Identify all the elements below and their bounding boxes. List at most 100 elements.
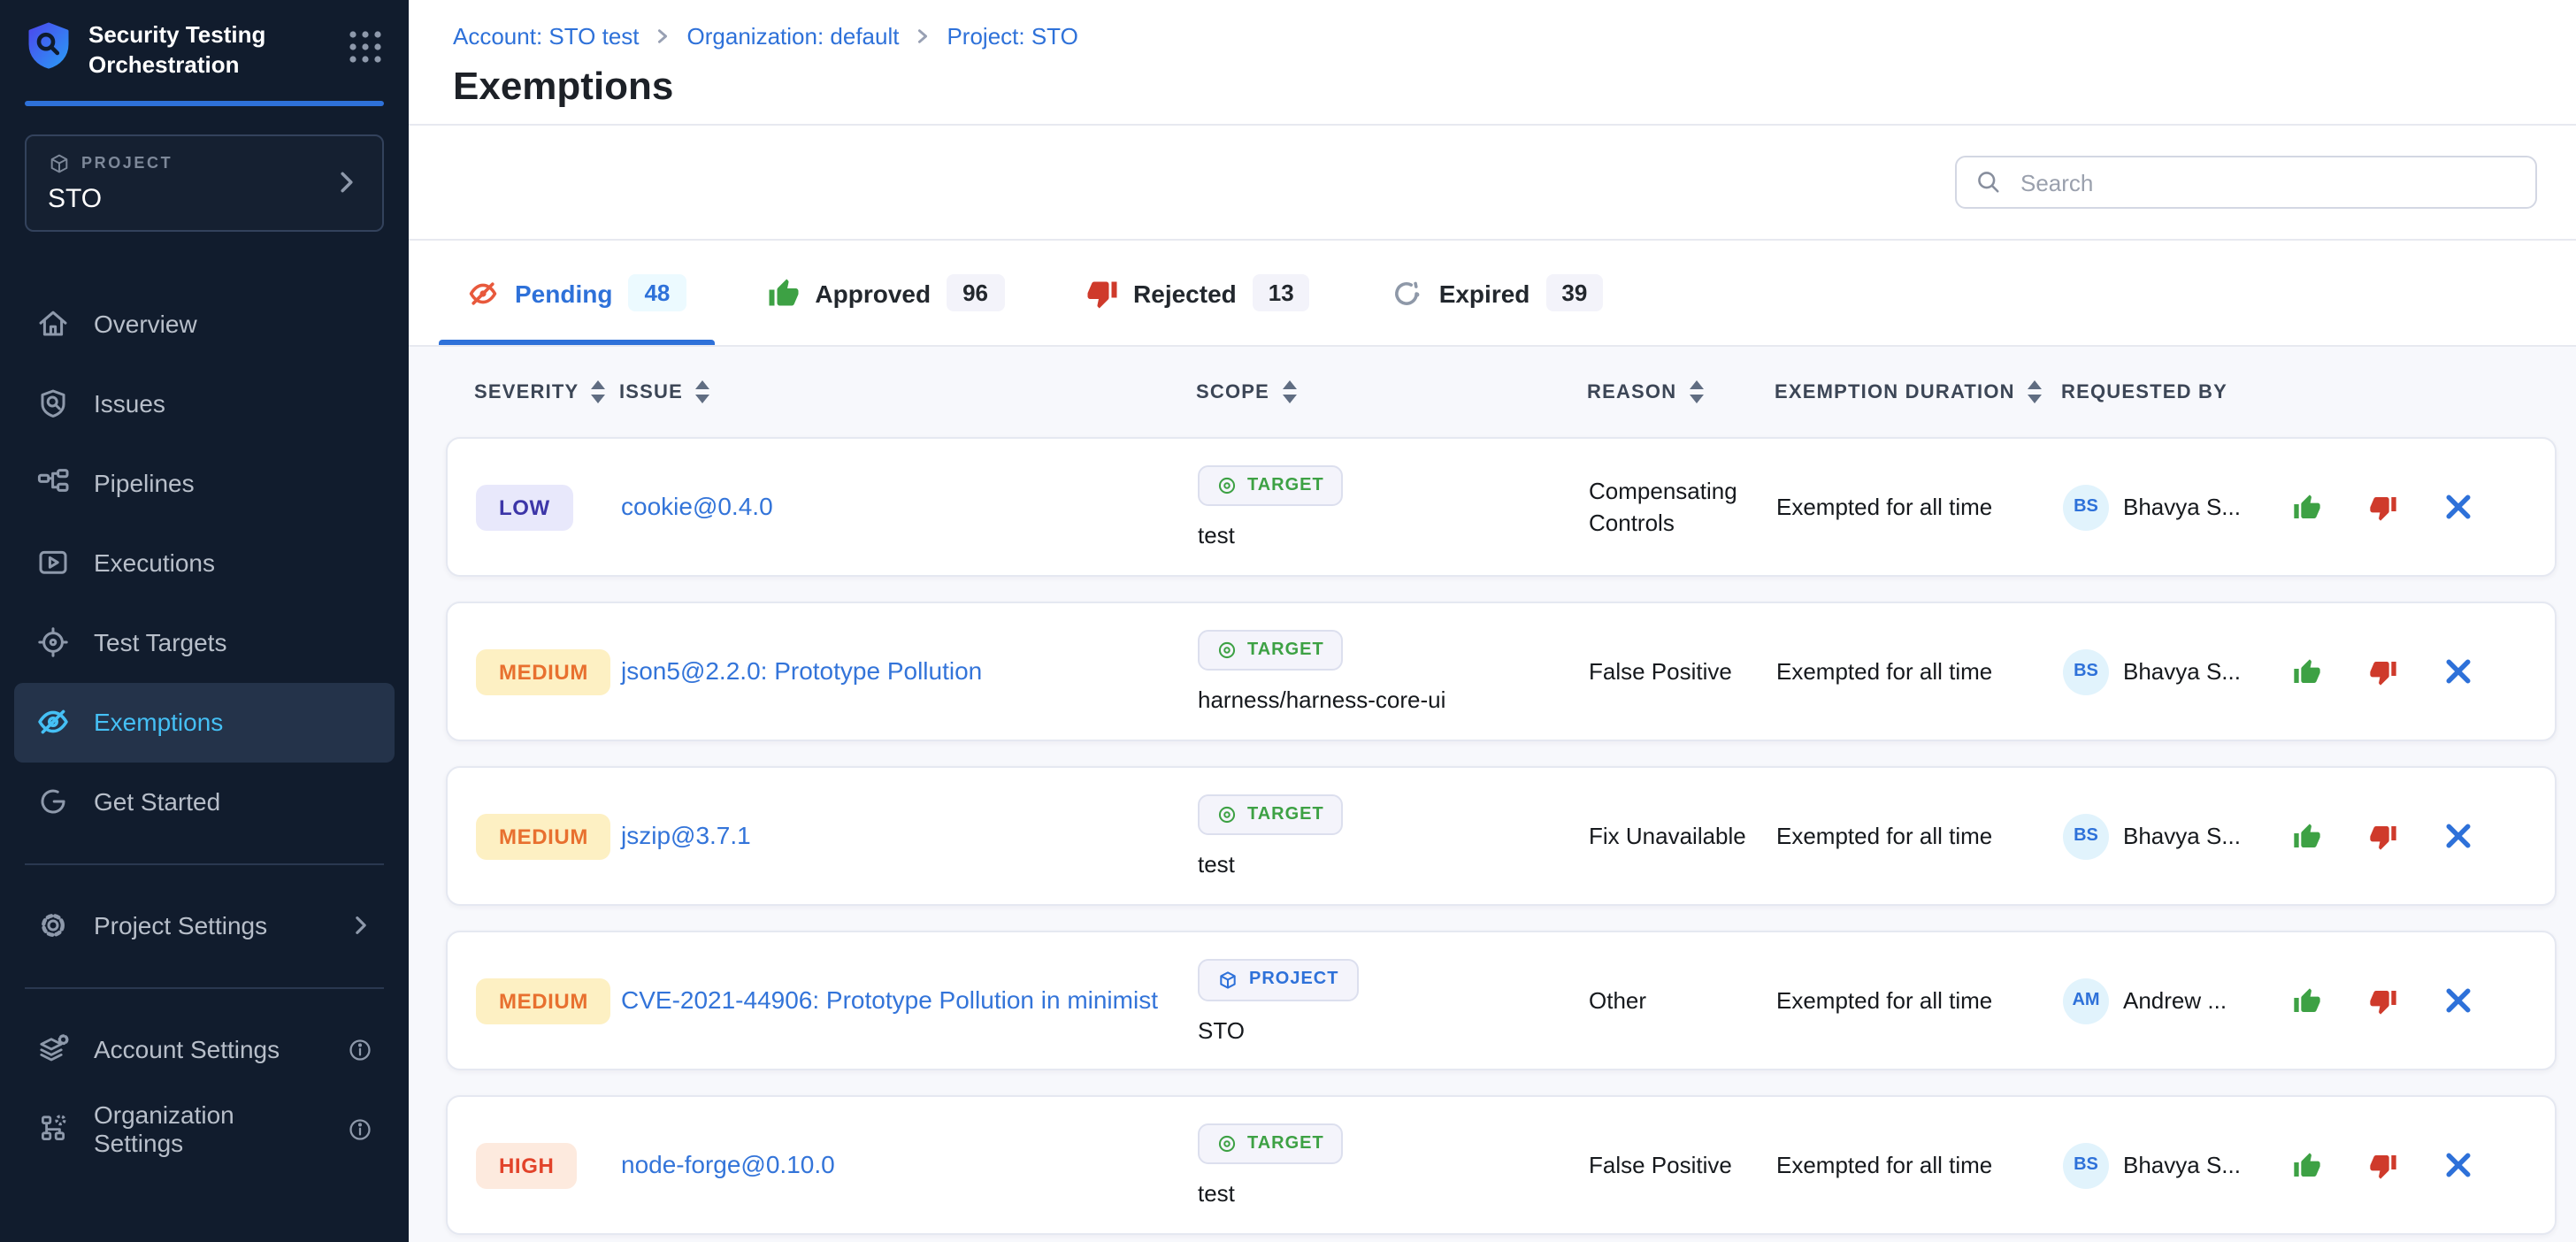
search-input[interactable]	[2017, 167, 2518, 197]
tab-expired[interactable]: Expired 39	[1363, 241, 1632, 345]
avatar: BS	[2063, 813, 2109, 859]
breadcrumb-project-link[interactable]: Project: STO	[947, 23, 1077, 50]
scope-value: harness/harness-core-ui	[1198, 686, 1445, 713]
chevron-right-icon	[333, 169, 361, 197]
issue-link[interactable]: node-forge@0.10.0	[621, 1146, 1198, 1184]
sort-icon	[2028, 380, 2042, 403]
scope-value: test	[1198, 522, 1235, 548]
tab-count-badge: 13	[1253, 274, 1310, 311]
scope-cell: TARGET test	[1198, 1123, 1589, 1207]
approve-button[interactable]	[2293, 986, 2321, 1015]
sidebar-item-test-targets[interactable]: Test Targets	[14, 603, 395, 683]
sidebar-item-exemptions[interactable]: Exemptions	[14, 683, 395, 763]
exemptions-table: SEVERITY ISSUE SCOPE REASON EXEMPTION DU…	[409, 347, 2576, 1242]
sidebar-item-label: Exemptions	[94, 709, 223, 737]
issue-link[interactable]: json5@2.2.0: Prototype Pollution	[621, 652, 1198, 690]
info-icon[interactable]	[347, 1037, 373, 1063]
sort-icon	[695, 380, 709, 403]
severity-badge: MEDIUM	[476, 813, 611, 859]
cancel-button[interactable]	[2445, 494, 2472, 520]
reject-button[interactable]	[2369, 657, 2397, 686]
pipeline-icon	[35, 466, 71, 502]
sidebar-item-overview[interactable]: Overview	[14, 285, 395, 364]
scope-badge: TARGET	[1198, 794, 1344, 835]
module-accent-line	[25, 101, 384, 106]
requester-name: Andrew ...	[2123, 987, 2227, 1014]
module-grid-icon[interactable]	[347, 28, 384, 65]
column-header-exemption-duration[interactable]: EXEMPTION DURATION	[1775, 380, 2061, 403]
reject-button[interactable]	[2369, 1151, 2397, 1179]
project-selector[interactable]: PROJECT STO	[25, 134, 384, 232]
reject-button[interactable]	[2369, 822, 2397, 850]
table-row[interactable]: LOW cookie@0.4.0 TARGET test Compen	[446, 437, 2557, 577]
requested-by-cell: BS Bhavya S...	[2063, 813, 2270, 859]
table-row[interactable]: MEDIUM CVE-2021-44906: Prototype Polluti…	[446, 931, 2557, 1070]
status-tabs: Pending 48 Approved 96 Rejected	[409, 241, 2576, 347]
sidebar-item-organization-settings[interactable]: Organization Settings	[14, 1090, 395, 1169]
project-selector-value: STO	[48, 184, 333, 214]
approve-button[interactable]	[2293, 493, 2321, 521]
sidebar-item-get-started[interactable]: Get Started	[14, 763, 395, 842]
column-header-severity[interactable]: SEVERITY	[474, 380, 619, 403]
duration-text: Exempted for all time	[1776, 987, 2063, 1014]
issue-link[interactable]: cookie@0.4.0	[621, 487, 1198, 525]
table-row[interactable]: MEDIUM jszip@3.7.1 TARGET test Fix	[446, 766, 2557, 906]
issue-link[interactable]: CVE-2021-44906: Prototype Pollution in m…	[621, 981, 1198, 1019]
approve-button[interactable]	[2293, 657, 2321, 686]
tab-rejected[interactable]: Rejected 13	[1057, 241, 1338, 345]
sidebar-item-executions[interactable]: Executions	[14, 524, 395, 603]
target-icon	[1217, 805, 1237, 824]
tab-count-badge: 39	[1545, 274, 1603, 311]
column-header-scope[interactable]: SCOPE	[1196, 380, 1587, 403]
scope-type-label: TARGET	[1247, 640, 1324, 660]
approve-button[interactable]	[2293, 1151, 2321, 1179]
scope-cell: TARGET test	[1198, 465, 1589, 548]
severity-badge: LOW	[476, 484, 573, 530]
avatar: AM	[2063, 978, 2109, 1024]
tab-label: Expired	[1439, 279, 1530, 307]
severity-badge: HIGH	[476, 1142, 577, 1188]
chevron-right-icon	[656, 28, 671, 44]
exemptions-row-list: LOW cookie@0.4.0 TARGET test Compen	[446, 437, 2557, 1235]
cancel-button[interactable]	[2445, 987, 2472, 1014]
breadcrumb-account-link[interactable]: Account: STO test	[453, 23, 640, 50]
sort-icon	[1689, 380, 1703, 403]
sidebar-menu: Overview Issues	[0, 285, 409, 842]
approve-button[interactable]	[2293, 822, 2321, 850]
layers-gear-icon	[35, 1032, 71, 1068]
sto-shield-logo-icon	[25, 21, 73, 69]
tab-approved[interactable]: Approved 96	[739, 241, 1032, 345]
reason-text: Compensating Controls	[1589, 476, 1776, 538]
eye-off-icon	[35, 705, 71, 740]
sidebar-item-pipelines[interactable]: Pipelines	[14, 444, 395, 524]
chevron-right-icon	[915, 28, 931, 44]
info-icon[interactable]	[347, 1116, 373, 1143]
cancel-button[interactable]	[2445, 823, 2472, 849]
duration-text: Exempted for all time	[1776, 658, 2063, 685]
column-header-issue[interactable]: ISSUE	[619, 380, 1196, 403]
column-header-reason[interactable]: REASON	[1587, 380, 1775, 403]
sidebar-item-issues[interactable]: Issues	[14, 364, 395, 444]
reject-button[interactable]	[2369, 493, 2397, 521]
reject-button[interactable]	[2369, 986, 2397, 1015]
sidebar-item-label: Organization Settings	[94, 1101, 324, 1158]
search-icon	[1974, 168, 2003, 196]
scope-badge: PROJECT	[1198, 958, 1358, 1000]
cube-icon	[1217, 969, 1238, 990]
cancel-button[interactable]	[2445, 1152, 2472, 1178]
severity-badge: MEDIUM	[476, 648, 611, 694]
avatar: BS	[2063, 648, 2109, 694]
avatar: BS	[2063, 484, 2109, 530]
cancel-button[interactable]	[2445, 658, 2472, 685]
table-row[interactable]: HIGH node-forge@0.10.0 TARGET test	[446, 1095, 2557, 1235]
project-selector-label: PROJECT	[81, 155, 172, 172]
tab-pending[interactable]: Pending 48	[439, 241, 714, 345]
table-row[interactable]: MEDIUM json5@2.2.0: Prototype Pollution …	[446, 602, 2557, 741]
breadcrumb-organization-link[interactable]: Organization: default	[687, 23, 900, 50]
target-icon	[1217, 640, 1237, 660]
sidebar-item-account-settings[interactable]: Account Settings	[14, 1010, 395, 1090]
target-icon	[35, 625, 71, 661]
sidebar-item-project-settings[interactable]: Project Settings	[14, 886, 395, 966]
sidebar-item-label: Overview	[94, 310, 197, 339]
issue-link[interactable]: jszip@3.7.1	[621, 816, 1198, 855]
